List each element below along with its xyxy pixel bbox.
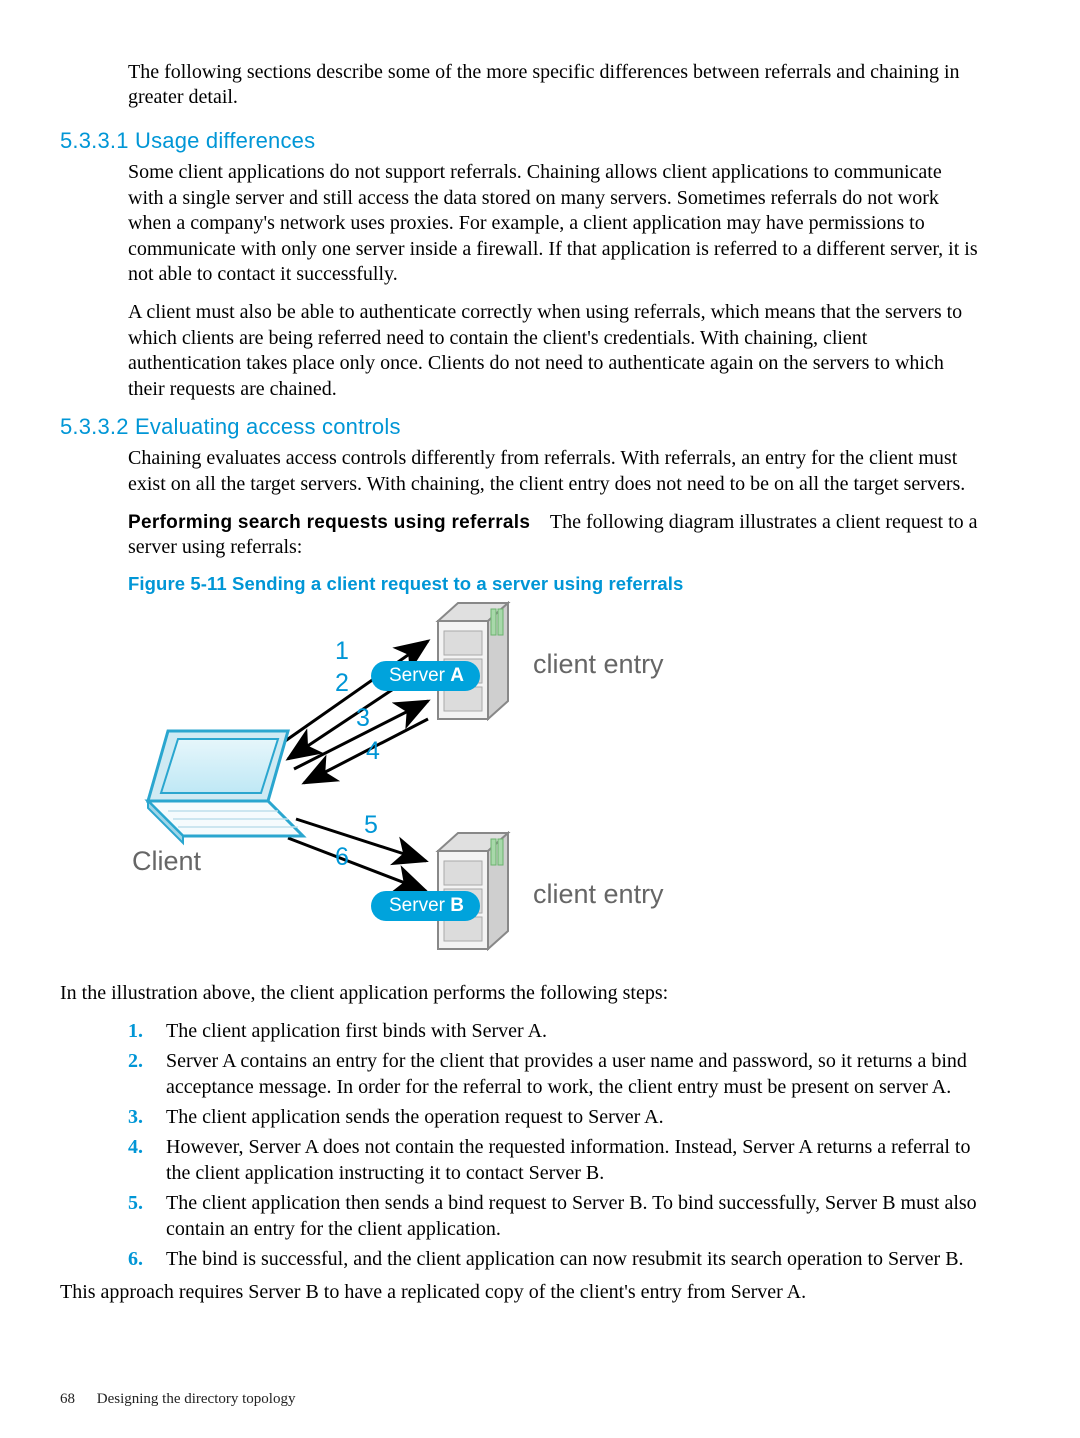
list-item: 2.Server A contains an entry for the cli… xyxy=(128,1048,980,1100)
after-figure-paragraph: In the illustration above, the client ap… xyxy=(60,981,980,1007)
step-text-4: However, Server A does not contain the r… xyxy=(166,1134,980,1186)
section-5-3-3-2-body: Chaining evaluates access controls diffe… xyxy=(128,446,980,560)
server-b-label: Server B xyxy=(371,891,480,921)
list-item: 4.However, Server A does not contain the… xyxy=(128,1134,980,1186)
closing-paragraph: This approach requires Server B to have … xyxy=(60,1280,980,1306)
section-5-3-3-1-body: Some client applications do not support … xyxy=(128,160,980,402)
step-num-4: 4. xyxy=(128,1134,166,1186)
server-a-letter: A xyxy=(450,665,464,686)
server-b-letter: B xyxy=(450,895,464,916)
runin-heading: Performing search requests using referra… xyxy=(128,512,530,533)
heading-5-3-3-1: 5.3.3.1 Usage differences xyxy=(60,128,980,154)
step-text-6: The bind is successful, and the client a… xyxy=(166,1246,980,1272)
list-item: 6.The bind is successful, and the client… xyxy=(128,1246,980,1272)
client-entry-a: client entry xyxy=(533,649,664,680)
client-icon xyxy=(113,721,313,851)
intro-paragraph: The following sections describe some of … xyxy=(128,60,980,110)
list-item: 1.The client application first binds wit… xyxy=(128,1018,980,1044)
client-label: Client xyxy=(132,846,201,877)
section1-p2: A client must also be able to authentica… xyxy=(128,300,980,402)
step-num-6: 6. xyxy=(128,1246,166,1272)
step-number-6: 6 xyxy=(335,843,349,872)
figure-5-11: 1 2 3 4 5 6 Clien xyxy=(128,601,768,971)
step-number-2: 2 xyxy=(335,669,349,698)
step-number-4: 4 xyxy=(366,737,380,766)
step-text-2: Server A contains an entry for the clien… xyxy=(166,1048,980,1100)
section2-runin: Performing search requests using referra… xyxy=(128,510,980,561)
section2-p1: Chaining evaluates access controls diffe… xyxy=(128,446,980,497)
step-num-3: 3. xyxy=(128,1104,166,1130)
step-num-2: 2. xyxy=(128,1048,166,1100)
step-text-3: The client application sends the operati… xyxy=(166,1104,980,1130)
step-num-1: 1. xyxy=(128,1018,166,1044)
page: The following sections describe some of … xyxy=(0,0,1080,1438)
step-number-1: 1 xyxy=(335,637,349,666)
list-item: 3.The client application sends the opera… xyxy=(128,1104,980,1130)
figure-caption: Figure 5-11 Sending a client request to … xyxy=(128,573,980,595)
server-a-label: Server A xyxy=(371,661,480,691)
server-b-prefix: Server xyxy=(389,895,450,916)
server-a-prefix: Server xyxy=(389,665,450,686)
step-number-5: 5 xyxy=(364,811,378,840)
client-entry-b: client entry xyxy=(533,879,664,910)
steps-list: 1.The client application first binds wit… xyxy=(128,1018,980,1272)
page-number: 68 xyxy=(60,1391,75,1407)
step-text-1: The client application first binds with … xyxy=(166,1018,980,1044)
step-number-3: 3 xyxy=(356,704,370,733)
step-text-5: The client application then sends a bind… xyxy=(166,1190,980,1242)
section1-p1: Some client applications do not support … xyxy=(128,160,980,288)
heading-5-3-3-2: 5.3.3.2 Evaluating access controls xyxy=(60,414,980,440)
page-footer: 68 Designing the directory topology xyxy=(60,1391,295,1408)
list-item: 5.The client application then sends a bi… xyxy=(128,1190,980,1242)
footer-title: Designing the directory topology xyxy=(97,1391,296,1407)
step-num-5: 5. xyxy=(128,1190,166,1242)
